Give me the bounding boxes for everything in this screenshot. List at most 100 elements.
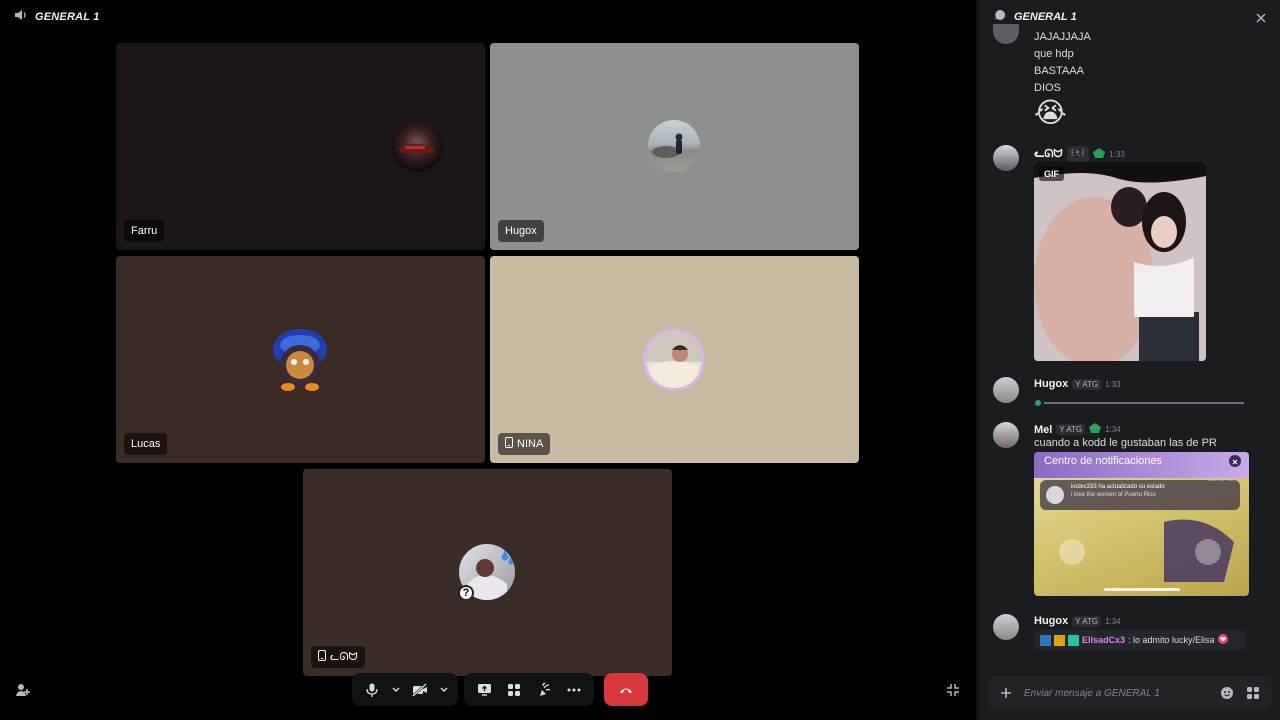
participant-name-tag: Lucas bbox=[124, 433, 168, 455]
badge-icon bbox=[1040, 634, 1051, 646]
participant-name-tag: Farru bbox=[124, 220, 165, 242]
activities-button[interactable] bbox=[500, 676, 528, 704]
invite-user-icon[interactable] bbox=[13, 680, 33, 700]
message-header: Mel Y ATG 1:34 bbox=[1034, 423, 1121, 436]
gif-badge: GIF bbox=[1039, 167, 1064, 181]
speaker-icon bbox=[14, 8, 27, 26]
participant-name: ᓚᘏᗢ bbox=[330, 651, 358, 663]
avatar[interactable] bbox=[993, 422, 1019, 448]
hang-up-icon bbox=[620, 688, 632, 693]
mobile-icon bbox=[505, 437, 513, 451]
participant-tile-self[interactable]: ? ᓚᘏᗢ bbox=[303, 469, 672, 676]
status-text: : lo admito lucky/Elisa bbox=[1128, 635, 1215, 645]
avatar bbox=[391, 120, 443, 172]
apps-icon[interactable] bbox=[1246, 686, 1260, 705]
avatar[interactable] bbox=[993, 377, 1019, 403]
microphone-button[interactable] bbox=[358, 676, 386, 704]
author-name[interactable]: ᓚᘏᗢ bbox=[1034, 147, 1063, 161]
avatar[interactable] bbox=[993, 24, 1019, 44]
message-header: ᓚᘏᗢ ꒰ৎ꒱ 1:33 bbox=[1034, 146, 1125, 162]
chat-title: GENERAL 1 bbox=[1014, 11, 1077, 23]
participant-name-tag: NINA bbox=[498, 433, 551, 455]
message-header: Hugox Y ATG 1:34 bbox=[1034, 615, 1121, 627]
share-screen-button[interactable] bbox=[470, 676, 498, 704]
participant-tile-farru[interactable]: Farru bbox=[116, 43, 485, 250]
camera-options-button[interactable] bbox=[436, 676, 452, 704]
participant-tile-hugox[interactable]: Hugox bbox=[490, 43, 859, 250]
call-controls bbox=[352, 673, 648, 706]
microphone-options-button[interactable] bbox=[388, 676, 404, 704]
activities-icon bbox=[508, 683, 520, 696]
message-header: Hugox Y ATG 1:33 bbox=[1034, 378, 1121, 390]
participant-name: Hugox bbox=[505, 225, 537, 237]
gif-image bbox=[1034, 162, 1206, 361]
voice-header: GENERAL 1 bbox=[14, 8, 100, 26]
participant-name-tag: Hugox bbox=[498, 220, 544, 242]
timestamp: 1:33 bbox=[1105, 379, 1121, 389]
close-icon[interactable] bbox=[1256, 10, 1270, 24]
chevron-down-icon bbox=[392, 687, 400, 692]
server-tag: Y ATG bbox=[1056, 424, 1086, 435]
server-tag: Y ATG bbox=[1072, 615, 1102, 627]
message-text: cuando a kodd le gustaban las de PR bbox=[1034, 437, 1217, 449]
author-name[interactable]: Hugox bbox=[1034, 615, 1068, 627]
question-badge-icon: ? bbox=[458, 585, 474, 601]
participant-name: NINA bbox=[517, 438, 544, 450]
tiny-embed bbox=[1034, 394, 1249, 406]
microphone-icon bbox=[366, 683, 378, 697]
participant-tile-lucas[interactable]: Lucas bbox=[116, 256, 485, 463]
soundboard-button[interactable] bbox=[530, 676, 558, 704]
exit-fullscreen-icon[interactable] bbox=[943, 680, 963, 700]
crying-emoji: 😭 bbox=[1034, 97, 1067, 128]
message-line: DIOS bbox=[1034, 82, 1061, 94]
message-line: BASTAAA bbox=[1034, 65, 1084, 77]
avatar[interactable] bbox=[993, 614, 1019, 640]
chevron-down-icon bbox=[440, 687, 448, 692]
audio-video-group bbox=[352, 673, 458, 706]
participant-name-tag: ᓚᘏᗢ bbox=[311, 646, 365, 668]
avatar[interactable] bbox=[993, 145, 1019, 171]
timestamp: 1:33 bbox=[1109, 149, 1125, 159]
soundboard-icon bbox=[539, 682, 550, 696]
screenshot-photo bbox=[1059, 519, 1234, 591]
voice-channel-title: GENERAL 1 bbox=[35, 11, 100, 23]
badge-icon bbox=[1068, 634, 1079, 646]
crown-icon bbox=[1054, 634, 1065, 646]
message-line: que hdp bbox=[1034, 48, 1074, 60]
participant-name: Lucas bbox=[131, 438, 161, 450]
avatar bbox=[268, 327, 332, 393]
message-composer bbox=[988, 676, 1272, 710]
avatar bbox=[648, 120, 700, 172]
emoji-picker-icon[interactable] bbox=[1220, 686, 1234, 705]
author-name[interactable]: Hugox bbox=[1034, 378, 1068, 390]
add-attachment-icon[interactable] bbox=[988, 687, 1024, 699]
message-input[interactable] bbox=[1024, 687, 1204, 699]
author-name[interactable]: Mel bbox=[1034, 424, 1052, 436]
gif-attachment[interactable]: GIF bbox=[1034, 162, 1206, 361]
avatar bbox=[646, 332, 702, 388]
activity-group bbox=[464, 673, 594, 706]
server-tag: Y ATG bbox=[1072, 378, 1102, 390]
chat-panel: GENERAL 1 JAJAJJAJA que hdp BASTAAA DIOS… bbox=[979, 0, 1280, 720]
server-tag: ꒰ৎ꒱ bbox=[1066, 146, 1090, 162]
disconnect-button[interactable] bbox=[604, 673, 648, 706]
heart-icon bbox=[1217, 634, 1228, 646]
more-dots-icon bbox=[567, 688, 581, 691]
role-badge-icon bbox=[1093, 147, 1106, 161]
participant-tile-nina[interactable]: NINA bbox=[490, 256, 859, 463]
participant-name: Farru bbox=[131, 225, 158, 237]
role-badge-icon bbox=[1089, 423, 1102, 436]
mobile-icon bbox=[318, 650, 326, 664]
timestamp: 1:34 bbox=[1105, 425, 1121, 434]
voice-stage: GENERAL 1 Farru Hugox Lucas NINA ? ᓚᘏᗢ bbox=[0, 0, 976, 720]
image-attachment[interactable]: Centro de notificaciones kodxx333 ha act… bbox=[1034, 452, 1249, 596]
status-embed: EllsadCx3: lo admito lucky/Elisa bbox=[1034, 630, 1246, 650]
chat-header: GENERAL 1 bbox=[979, 0, 1280, 34]
camera-button[interactable] bbox=[406, 676, 434, 704]
message-line: JAJAJJAJA bbox=[1034, 31, 1091, 43]
more-options-button[interactable] bbox=[560, 676, 588, 704]
screen-share-icon bbox=[477, 684, 491, 696]
camera-off-icon bbox=[412, 682, 427, 697]
status-user[interactable]: EllsadCx3 bbox=[1082, 635, 1125, 645]
timestamp: 1:34 bbox=[1105, 616, 1121, 626]
